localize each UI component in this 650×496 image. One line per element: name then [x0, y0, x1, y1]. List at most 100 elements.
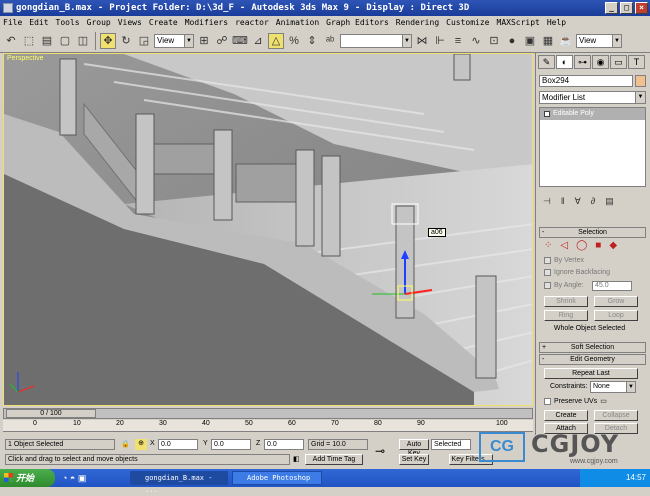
constraints-select[interactable]: None ▼ — [590, 381, 636, 393]
menu-modifiers[interactable]: Modifiers — [185, 18, 228, 27]
percent-snap-icon[interactable]: % — [286, 33, 302, 49]
modifier-list-select[interactable]: Modifier List ▼ — [539, 91, 646, 104]
soft-selection-rollout[interactable]: + Soft Selection — [539, 342, 646, 353]
minimize-button[interactable]: _ — [605, 2, 618, 14]
preserve-uvs-settings-icon[interactable]: ▭ — [600, 397, 607, 405]
pin-stack-icon[interactable]: ⊣ — [543, 196, 551, 207]
make-unique-icon[interactable]: ∀ — [575, 196, 581, 207]
keyboard-shortcut-icon[interactable]: ⌨ — [232, 33, 248, 49]
schematic-view-icon[interactable]: ⊡ — [486, 33, 502, 49]
grow-button[interactable]: Grow — [594, 296, 638, 307]
menu-edit[interactable]: Edit — [29, 18, 48, 27]
menu-customize[interactable]: Customize — [446, 18, 489, 27]
select-region-icon[interactable]: ▢ — [57, 33, 73, 49]
render-frame-icon[interactable]: ▦ — [540, 33, 556, 49]
close-button[interactable]: × — [635, 2, 648, 14]
menu-group[interactable]: Group — [87, 18, 111, 27]
key-icon[interactable]: ⊸ — [375, 444, 385, 458]
menu-help[interactable]: Help — [547, 18, 566, 27]
selection-rollout[interactable]: - Selection — [539, 227, 646, 238]
app-icon[interactable] — [3, 3, 13, 13]
add-time-tag-button[interactable]: Add Time Tag — [305, 454, 363, 465]
named-selection-icon[interactable]: ᵃᵇ — [322, 33, 338, 49]
window-crossing-icon[interactable]: ◫ — [75, 33, 91, 49]
reference-coord-select[interactable]: View ▼ — [154, 33, 194, 48]
key-mode-select[interactable]: Selected — [431, 439, 471, 450]
loop-button[interactable]: Loop — [594, 310, 638, 321]
select-icon[interactable]: ⬚ — [21, 33, 37, 49]
preserve-uvs-checkbox[interactable] — [544, 397, 551, 405]
vertex-icon[interactable]: ⁘ — [544, 240, 552, 251]
create-button[interactable]: Create — [544, 410, 588, 421]
select-manipulate-icon[interactable]: ☍ — [214, 33, 230, 49]
display-tab-icon[interactable]: ▭ — [610, 55, 627, 69]
render-setup-icon[interactable]: ▣ — [522, 33, 538, 49]
time-tag-icon[interactable]: ◧ — [293, 455, 300, 463]
menu-reactor[interactable]: reactor — [235, 18, 269, 27]
start-button[interactable]: 开始 — [0, 469, 55, 487]
motion-tab-icon[interactable]: ◉ — [592, 55, 609, 69]
by-vertex-option[interactable]: By Vertex — [544, 257, 584, 264]
perspective-viewport[interactable]: Perspective a06 — [3, 53, 533, 406]
stack-item-editable-poly[interactable]: Editable Poly — [540, 108, 645, 120]
by-vertex-checkbox[interactable] — [544, 257, 551, 264]
undo-icon[interactable]: ↶ — [3, 33, 19, 49]
move-icon[interactable]: ✥ — [100, 32, 116, 49]
mirror-icon[interactable]: ⋈ — [414, 33, 430, 49]
hierarchy-tab-icon[interactable]: ⊶ — [574, 55, 591, 69]
auto-key-button[interactable]: Auto Key — [399, 439, 429, 457]
show-end-result-icon[interactable]: ‖ — [561, 196, 565, 206]
shrink-button[interactable]: Shrink — [544, 296, 588, 307]
render-view-select[interactable]: View ▼ — [576, 33, 622, 48]
repeat-last-button[interactable]: Repeat Last — [544, 368, 638, 379]
configure-sets-icon[interactable]: ▤ — [605, 196, 614, 207]
utilities-tab-icon[interactable]: T — [628, 55, 645, 69]
set-key-button[interactable]: Set Key — [399, 454, 429, 465]
quick-render-icon[interactable]: ☕ — [558, 33, 574, 49]
menu-maxscript[interactable]: MAXScript — [497, 18, 540, 27]
lock-icon[interactable]: 🔒 — [121, 440, 130, 448]
expand-icon[interactable] — [544, 111, 550, 117]
ignore-backfacing-option[interactable]: Ignore Backfacing — [544, 269, 610, 276]
scale-icon[interactable]: ◲ — [136, 33, 152, 49]
rotate-icon[interactable]: ↻ — [118, 33, 134, 49]
x-coordinate-field[interactable]: 0.0 — [158, 439, 198, 450]
pivot-icon[interactable]: ⊞ — [196, 33, 212, 49]
menu-views[interactable]: Views — [118, 18, 142, 27]
object-color-swatch[interactable] — [635, 75, 646, 87]
curve-editor-icon[interactable]: ∿ — [468, 33, 484, 49]
object-name-field[interactable]: Box294 — [539, 75, 633, 87]
menu-tools[interactable]: Tools — [56, 18, 80, 27]
preserve-uvs-option[interactable]: Preserve UVs ▭ — [544, 397, 607, 405]
align-icon[interactable]: ⊩ — [432, 33, 448, 49]
z-coordinate-field[interactable]: 0.0 — [264, 439, 304, 450]
time-slider-thumb[interactable]: 0 / 100 — [6, 409, 96, 418]
polygon-icon[interactable]: ■ — [595, 240, 601, 251]
task-photoshop[interactable]: Adobe Photoshop — [232, 471, 322, 485]
ring-button[interactable]: Ring — [544, 310, 588, 321]
ignore-backfacing-checkbox[interactable] — [544, 269, 551, 276]
remove-modifier-icon[interactable]: ∂ — [591, 196, 595, 206]
create-tab-icon[interactable]: ✎ — [538, 55, 555, 69]
edit-geometry-rollout[interactable]: - Edit Geometry — [539, 354, 646, 365]
edge-icon[interactable]: ◁ — [560, 240, 568, 251]
track-bar[interactable]: 0 10 20 30 40 50 60 70 80 90 100 — [3, 420, 533, 432]
menu-file[interactable]: File — [3, 18, 22, 27]
modify-tab-icon[interactable]: ◐ — [556, 55, 573, 69]
time-slider[interactable]: 0 / 100 — [3, 408, 533, 419]
layer-manager-icon[interactable]: ≡ — [450, 33, 466, 49]
maximize-button[interactable]: □ — [620, 2, 633, 14]
angle-snap-icon[interactable]: △ — [268, 32, 284, 49]
element-icon[interactable]: ◆ — [609, 240, 617, 251]
angle-spinner[interactable]: 45.0 — [592, 281, 632, 291]
quick-launch-icons[interactable]: ◔ ◓ ▣ — [62, 473, 86, 484]
snap-icon[interactable]: ⊿ — [250, 33, 266, 49]
collapse-button[interactable]: Collapse — [594, 410, 638, 421]
select-by-name-icon[interactable]: ▤ — [39, 33, 55, 49]
absolute-mode-icon[interactable]: ⊕ — [135, 439, 147, 450]
viewport-label[interactable]: Perspective — [7, 55, 44, 62]
spinner-snap-icon[interactable]: ⇕ — [304, 33, 320, 49]
named-selection-select[interactable]: ▼ — [340, 33, 412, 48]
by-angle-checkbox[interactable] — [544, 282, 551, 289]
menu-graph-editors[interactable]: Graph Editors — [326, 18, 389, 27]
